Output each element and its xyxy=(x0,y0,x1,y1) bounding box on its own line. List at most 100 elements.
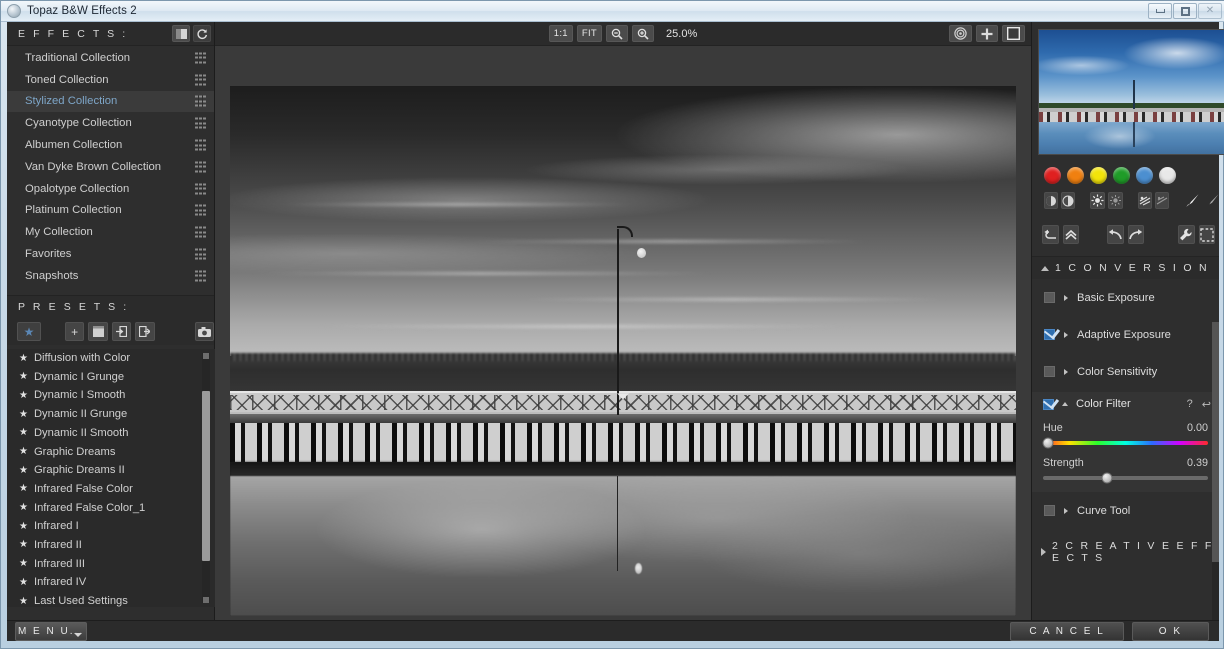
chevron-right-icon[interactable] xyxy=(1064,331,1068,338)
undo-icon[interactable] xyxy=(1107,225,1124,244)
collection-item-8[interactable]: My Collection xyxy=(7,221,214,243)
grid-view-icon[interactable] xyxy=(195,74,206,86)
cancel-button[interactable]: C A N C E L xyxy=(1010,622,1124,641)
adjustment-adaptive-exposure[interactable]: Adaptive Exposure xyxy=(1032,316,1219,353)
collection-item-10[interactable]: Snapshots xyxy=(7,265,214,287)
chevron-right-icon[interactable] xyxy=(1064,294,1068,301)
burn-icon[interactable] xyxy=(1044,192,1058,209)
grid-view-icon[interactable] xyxy=(195,248,206,260)
swatch-orange[interactable] xyxy=(1067,167,1084,184)
swatch-yellow[interactable] xyxy=(1090,167,1107,184)
hue-slider-knob[interactable] xyxy=(1042,437,1054,449)
preset-item[interactable]: ★ Infrared III xyxy=(7,554,215,573)
scrollbar-thumb[interactable] xyxy=(1212,322,1219,562)
preset-item[interactable]: ★ Dynamic I Smooth xyxy=(7,386,215,405)
preset-item[interactable]: ★ Graphic Dreams II xyxy=(7,461,215,480)
zoom-fit-button[interactable]: FIT xyxy=(576,25,603,42)
preset-item[interactable]: ★ Last Used Settings xyxy=(7,592,215,607)
add-preset-button[interactable]: + xyxy=(64,322,85,342)
image-canvas[interactable] xyxy=(215,46,1031,620)
adjustments-scrollbar[interactable] xyxy=(1212,322,1219,620)
preset-item[interactable]: ★ Infrared False Color_1 xyxy=(7,498,215,517)
grid-view-icon[interactable] xyxy=(195,161,206,173)
target-icon[interactable] xyxy=(949,25,972,42)
adjustment-basic-exposure[interactable]: Basic Exposure xyxy=(1032,279,1219,316)
preset-item[interactable]: ★ Dynamic II Grunge xyxy=(7,405,215,424)
chevron-up-icon[interactable] xyxy=(1062,402,1068,406)
favorite-star-button[interactable]: ★ xyxy=(17,322,41,342)
selection-icon[interactable] xyxy=(1198,225,1215,244)
preset-item[interactable]: ★ Diffusion with Color xyxy=(7,349,215,368)
adjustment-color-sensitivity[interactable]: Color Sensitivity xyxy=(1032,353,1219,390)
erase-brush-icon[interactable] xyxy=(1204,192,1221,209)
color-filter-header[interactable]: Color Filter xyxy=(1043,398,1208,410)
export-preset-button[interactable] xyxy=(135,322,155,342)
hue-slider-track[interactable] xyxy=(1042,437,1208,449)
collection-item-7[interactable]: Platinum Collection xyxy=(7,200,214,222)
settings-wrench-icon[interactable] xyxy=(1178,225,1195,244)
brightness-down-icon[interactable] xyxy=(1108,192,1123,209)
refresh-icon[interactable] xyxy=(193,25,211,42)
zoom-in-button[interactable] xyxy=(632,25,655,42)
collection-item-2[interactable]: Stylized Collection xyxy=(7,90,214,113)
preset-list[interactable]: ★ Diffusion with Color ★ Dynamic I Grunge … xyxy=(7,348,215,607)
swatch-blue[interactable] xyxy=(1136,167,1153,184)
zoom-out-button[interactable] xyxy=(606,25,629,42)
close-button[interactable]: ✕ xyxy=(1198,3,1222,19)
grid-view-icon[interactable] xyxy=(195,226,206,238)
enable-checkbox[interactable] xyxy=(1043,398,1054,410)
detail-down-icon[interactable] xyxy=(1155,192,1169,209)
collection-item-9[interactable]: Favorites xyxy=(7,243,214,265)
scroll-down-cap[interactable] xyxy=(203,596,209,603)
chevron-right-icon[interactable] xyxy=(1064,507,1068,514)
collection-item-0[interactable]: Traditional Collection xyxy=(7,47,214,69)
grid-view-icon[interactable] xyxy=(195,204,206,216)
scrollbar-thumb[interactable] xyxy=(202,390,210,561)
collection-item-5[interactable]: Van Dyke Brown Collection xyxy=(7,156,214,178)
section-creative-effects-header[interactable]: 2 C R E A T I V E E F F E C T S xyxy=(1032,539,1219,565)
menu-button[interactable]: M E N U... xyxy=(15,622,87,641)
grid-view-icon[interactable] xyxy=(195,183,206,195)
snapshot-camera-button[interactable] xyxy=(194,322,215,342)
grid-view-icon[interactable] xyxy=(195,139,206,151)
grid-view-icon[interactable] xyxy=(195,117,206,129)
undo-history-icon[interactable] xyxy=(1042,225,1059,244)
preset-item[interactable]: ★ Dynamic I Grunge xyxy=(7,367,215,386)
brightness-up-icon[interactable] xyxy=(1090,192,1105,209)
preset-item[interactable]: ★ Infrared I xyxy=(7,517,215,536)
preset-item[interactable]: ★ Infrared False Color xyxy=(7,480,215,499)
split-view-icon[interactable] xyxy=(172,25,190,42)
brush-icon[interactable] xyxy=(1184,192,1201,209)
swatch-red[interactable] xyxy=(1044,167,1061,184)
collection-item-6[interactable]: Opalotype Collection xyxy=(7,178,214,200)
collapse-all-icon[interactable] xyxy=(1062,225,1079,244)
strength-slider-track[interactable] xyxy=(1043,472,1208,484)
dodge-icon[interactable] xyxy=(1061,192,1075,209)
strength-slider-knob[interactable] xyxy=(1101,472,1113,484)
scroll-up-cap[interactable] xyxy=(203,352,209,359)
adjustment-curve-tool[interactable]: Curve Tool xyxy=(1032,492,1219,529)
swatch-white[interactable] xyxy=(1159,167,1176,184)
grid-view-icon[interactable] xyxy=(195,270,206,282)
help-icon[interactable]: ? xyxy=(1187,398,1193,411)
swatch-green[interactable] xyxy=(1113,167,1130,184)
enable-checkbox[interactable] xyxy=(1044,329,1055,340)
preset-item[interactable]: ★ Infrared IV xyxy=(7,573,215,592)
maximize-button[interactable] xyxy=(1173,3,1197,19)
preset-item[interactable]: ★ Graphic Dreams xyxy=(7,442,215,461)
redo-icon[interactable] xyxy=(1127,225,1144,244)
detail-up-icon[interactable] xyxy=(1138,192,1152,209)
grid-view-icon[interactable] xyxy=(195,52,206,64)
reset-icon[interactable]: ↩ xyxy=(1202,398,1211,411)
preset-item[interactable]: ★ Dynamic II Smooth xyxy=(7,424,215,443)
preset-item[interactable]: ★ Infrared II xyxy=(7,536,215,555)
preview-image[interactable] xyxy=(230,86,1016,616)
delete-preset-button[interactable] xyxy=(88,322,108,342)
pan-move-icon[interactable] xyxy=(976,25,998,42)
import-preset-button[interactable] xyxy=(111,322,132,342)
enable-checkbox[interactable] xyxy=(1044,505,1055,516)
collection-item-1[interactable]: Toned Collection xyxy=(7,69,214,91)
collection-item-4[interactable]: Albumen Collection xyxy=(7,134,214,156)
section-conversion-header[interactable]: 1 C O N V E R S I O N xyxy=(1032,257,1219,279)
minimize-button[interactable] xyxy=(1148,3,1172,19)
